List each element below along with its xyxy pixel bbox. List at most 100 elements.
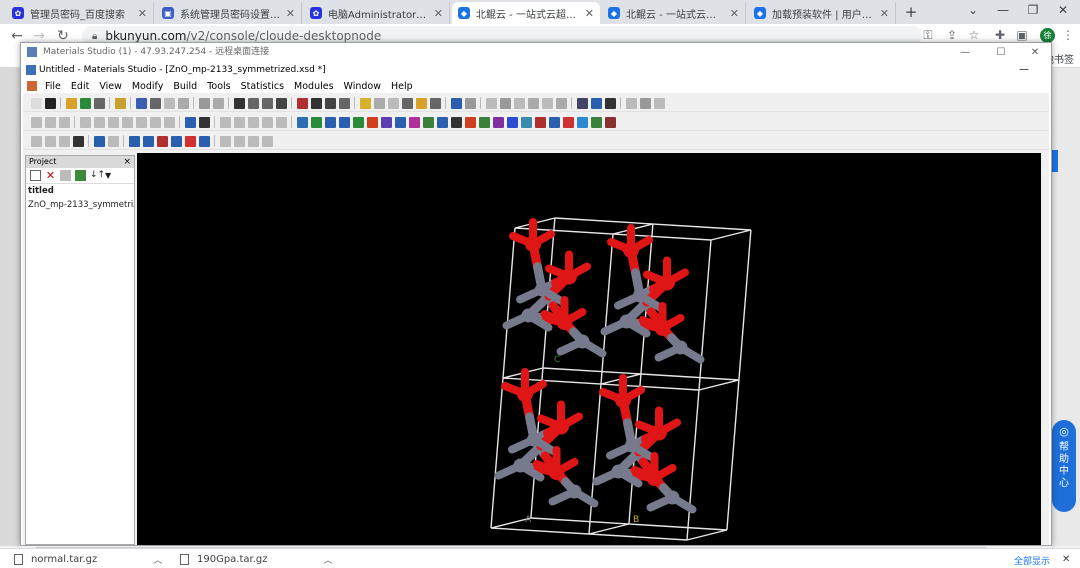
browser-tab[interactable]: ◆ 加载预装软件 | 用户手册 ✕: [748, 2, 896, 24]
menu-help[interactable]: Help: [386, 81, 418, 92]
toolbar-tool-icon[interactable]: [107, 116, 119, 128]
browser-tab[interactable]: ◆ 北鲲云 - 一站式云超算平台 ✕: [602, 2, 746, 24]
toolbar-tool-icon[interactable]: [72, 135, 84, 147]
toolbar-tool-icon[interactable]: [233, 116, 245, 128]
toolbar-tool-icon[interactable]: [184, 116, 196, 128]
toolbar-tool-icon[interactable]: [576, 116, 588, 128]
toolbar-tool-icon[interactable]: [485, 97, 497, 109]
menu-window[interactable]: Window: [339, 81, 386, 92]
toolbar-tool-icon[interactable]: [639, 97, 651, 109]
toolbar-tool-icon[interactable]: [177, 97, 189, 109]
toolbar-tool-icon[interactable]: [653, 97, 665, 109]
toolbar-tool-icon[interactable]: [527, 97, 539, 109]
toolbar-tool-icon[interactable]: [30, 116, 42, 128]
toolbar-tool-icon[interactable]: [415, 97, 427, 109]
toolbar-tool-icon[interactable]: [275, 97, 287, 109]
toolbar-tool-icon[interactable]: [261, 135, 273, 147]
side-panel-icon[interactable]: ▣: [1014, 28, 1030, 42]
toolbar-tool-icon[interactable]: [184, 135, 196, 147]
vertical-scrollbar[interactable]: [1041, 153, 1049, 545]
key-icon[interactable]: ⚿: [920, 28, 936, 43]
close-icon[interactable]: ×: [123, 156, 131, 168]
toolbar-tool-icon[interactable]: [492, 116, 504, 128]
toolbar-tool-icon[interactable]: [121, 116, 133, 128]
close-tab-icon[interactable]: ✕: [434, 7, 443, 20]
menu-icon[interactable]: ⋮: [1060, 28, 1076, 42]
toolbar-tool-icon[interactable]: [275, 116, 287, 128]
toolbar-tool-icon[interactable]: [93, 135, 105, 147]
structure-3d-viewer[interactable]: C A B: [137, 153, 1041, 545]
toolbar-tool-icon[interactable]: [79, 116, 91, 128]
toolbar-tool-icon[interactable]: [429, 97, 441, 109]
project-item-root[interactable]: titled: [26, 184, 134, 198]
browser-tab[interactable]: ▣ 系统管理员密码设置方法 - ... ✕: [156, 2, 302, 24]
toolbar-tool-icon[interactable]: [65, 97, 77, 109]
close-tab-icon[interactable]: ✕: [138, 7, 147, 20]
toolbar-tool-icon[interactable]: [373, 97, 385, 109]
toolbar-tool-icon[interactable]: [261, 97, 273, 109]
toolbar-tool-icon[interactable]: [499, 97, 511, 109]
close-tab-icon[interactable]: ✕: [730, 7, 739, 20]
toolbar-tool-icon[interactable]: [401, 97, 413, 109]
toolbar-tool-icon[interactable]: [135, 97, 147, 109]
menu-modules[interactable]: Modules: [289, 81, 339, 92]
bookmark-star-icon[interactable]: ☆: [966, 28, 982, 42]
toolbar-tool-icon[interactable]: [541, 97, 553, 109]
profile-avatar[interactable]: 徐: [1040, 28, 1055, 43]
toolbar-tool-icon[interactable]: [247, 97, 259, 109]
menu-modify[interactable]: Modify: [127, 81, 168, 92]
maximize-icon[interactable]: ☐: [991, 44, 1011, 62]
restore-icon[interactable]: ❐: [1022, 3, 1044, 17]
toolbar-tool-icon[interactable]: [450, 97, 462, 109]
project-item-document[interactable]: ZnO_mp-2133_symmetriz: [26, 198, 134, 212]
show-all-downloads[interactable]: 全部显示: [1014, 554, 1050, 567]
toolbar-tool-icon[interactable]: [247, 116, 259, 128]
toolbar-tool-icon[interactable]: [604, 97, 616, 109]
toolbar-tool-icon[interactable]: [198, 116, 210, 128]
chevron-down-icon[interactable]: ⌄: [962, 3, 984, 17]
toolbar-tool-icon[interactable]: [170, 135, 182, 147]
toolbar-tool-icon[interactable]: [387, 97, 399, 109]
toolbar-tool-icon[interactable]: [520, 116, 532, 128]
share-icon[interactable]: ⇪: [944, 28, 960, 42]
toolbar-tool-icon[interactable]: [555, 97, 567, 109]
download-item[interactable]: normal.tar.gz ︿: [14, 552, 162, 566]
toolbar-tool-icon[interactable]: [247, 135, 259, 147]
toolbar-tool-icon[interactable]: [380, 116, 392, 128]
toolbar-tool-icon[interactable]: [625, 97, 637, 109]
toolbar-tool-icon[interactable]: [366, 116, 378, 128]
minimize-icon[interactable]: —: [1019, 61, 1029, 79]
toolbar-tool-icon[interactable]: [394, 116, 406, 128]
toolbar-tool-icon[interactable]: [464, 116, 476, 128]
toolbar-tool-icon[interactable]: [30, 97, 42, 109]
toolbar-tool-icon[interactable]: [324, 97, 336, 109]
toolbar-tool-icon[interactable]: [128, 135, 140, 147]
toolbar-tool-icon[interactable]: [44, 97, 56, 109]
close-window-icon[interactable]: ✕: [1052, 3, 1074, 17]
toolbar-tool-icon[interactable]: [163, 97, 175, 109]
toolbar-tool-icon[interactable]: [30, 135, 42, 147]
refresh-icon[interactable]: [75, 170, 86, 181]
toolbar-tool-icon[interactable]: [93, 116, 105, 128]
toolbar-tool-icon[interactable]: [44, 135, 56, 147]
toolbar-tool-icon[interactable]: [233, 97, 245, 109]
toolbar-tool-icon[interactable]: [198, 135, 210, 147]
toolbar-tool-icon[interactable]: [107, 135, 119, 147]
close-icon[interactable]: ✕: [1025, 44, 1045, 62]
toolbar-tool-icon[interactable]: [142, 135, 154, 147]
toolbar-tool-icon[interactable]: [296, 97, 308, 109]
toolbar-tool-icon[interactable]: [93, 97, 105, 109]
toolbar-tool-icon[interactable]: [506, 116, 518, 128]
app-menu-icon[interactable]: [27, 81, 37, 91]
browser-tab[interactable]: ✿ 管理员密码_百度搜索 ✕: [6, 2, 154, 24]
close-tab-icon[interactable]: ✕: [880, 7, 889, 20]
new-tab-button[interactable]: +: [902, 3, 920, 21]
menu-tools[interactable]: Tools: [202, 81, 235, 92]
toolbar-tool-icon[interactable]: [198, 97, 210, 109]
toolbar-tool-icon[interactable]: [324, 116, 336, 128]
toolbar-tool-icon[interactable]: [310, 97, 322, 109]
toolbar-tool-icon[interactable]: [233, 135, 245, 147]
toolbar-tool-icon[interactable]: [114, 97, 126, 109]
toolbar-tool-icon[interactable]: [562, 116, 574, 128]
toolbar-tool-icon[interactable]: [590, 97, 602, 109]
